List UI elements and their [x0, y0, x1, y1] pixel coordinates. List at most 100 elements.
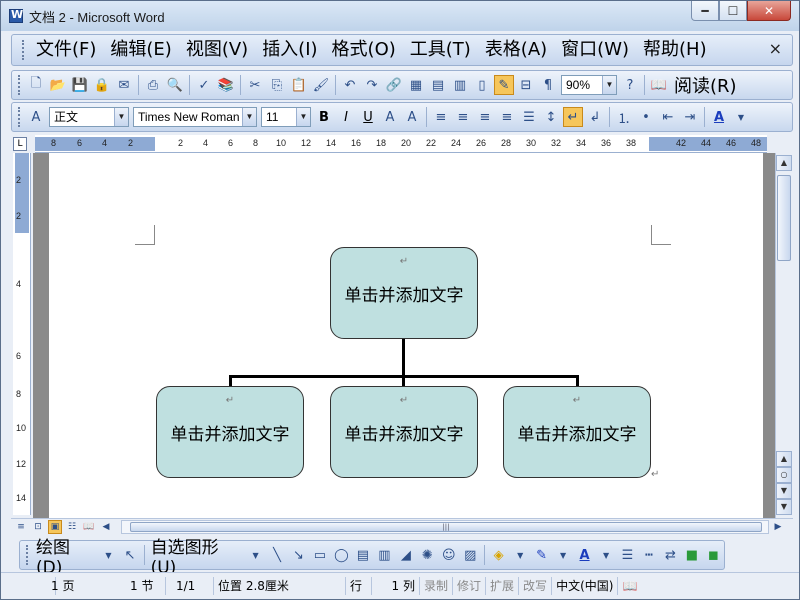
toolbar-grip[interactable]	[18, 75, 21, 95]
status-track-changes[interactable]: 修订	[453, 577, 487, 595]
dash-style-icon[interactable]: ┅	[639, 545, 658, 565]
line-color-dropdown-icon[interactable]: ▼	[553, 545, 572, 565]
rectangle-icon[interactable]: ▭	[310, 545, 329, 565]
line-style-icon[interactable]: ☰	[618, 545, 637, 565]
font-color-dropdown-icon[interactable]: ▼	[731, 107, 751, 127]
paste-icon[interactable]: 📋	[289, 75, 309, 95]
research-icon[interactable]: 📚	[216, 75, 236, 95]
org-chart-child-node[interactable]: ↵ 单击并添加文字	[503, 386, 651, 478]
org-chart-child-node[interactable]: ↵ 单击并添加文字	[156, 386, 304, 478]
undo-icon[interactable]: ↶	[340, 75, 360, 95]
copy-icon[interactable]: ⎘	[267, 75, 287, 95]
status-overtype[interactable]: 改写	[519, 577, 553, 595]
hscroll-thumb[interactable]: |||	[130, 522, 762, 532]
show-hide-icon[interactable]: ¶	[538, 75, 558, 95]
read-mode-button[interactable]: 阅读(R)	[674, 72, 737, 98]
org-chart-child-node[interactable]: ↵ 单击并添加文字	[330, 386, 478, 478]
align-right-icon[interactable]: ≡	[475, 107, 495, 127]
menu-table[interactable]: 表格(A)	[478, 36, 554, 64]
document-page[interactable]: ↵ 单击并添加文字 ↵ 单击并添加文字 ↵ 单击并添加文字 ↵ 单击并添加文字 …	[49, 153, 763, 518]
autoshapes-dropdown-icon[interactable]: ▼	[246, 545, 265, 565]
scroll-thumb[interactable]	[777, 175, 791, 261]
email-icon[interactable]: ✉	[114, 75, 134, 95]
toolbar-grip[interactable]	[18, 107, 21, 127]
fill-color-dropdown-icon[interactable]: ▼	[510, 545, 529, 565]
distributed-icon[interactable]: ☰	[519, 107, 539, 127]
font-select[interactable]: Times New Roman ▼	[133, 107, 257, 127]
oval-icon[interactable]: ◯	[332, 545, 351, 565]
font-dropdown-icon[interactable]: ▼	[242, 108, 256, 126]
clipart-icon[interactable]: ☺	[439, 545, 458, 565]
numbering-icon[interactable]: ⒈	[614, 107, 634, 127]
redo-icon[interactable]: ↷	[362, 75, 382, 95]
save-icon[interactable]: 💾	[70, 75, 90, 95]
new-document-icon[interactable]: 🗋	[26, 75, 46, 95]
columns-icon[interactable]: ▯	[472, 75, 492, 95]
horizontal-ruler[interactable]: 8 6 4 2 2 4 6 8 10 12 14 16 18 20 22 24 …	[35, 135, 767, 153]
insert-excel-icon[interactable]: ▥	[450, 75, 470, 95]
font-size-select[interactable]: 11 ▼	[261, 107, 311, 127]
scroll-down-icon[interactable]: ▼	[776, 499, 792, 515]
zoom-dropdown-icon[interactable]: ▼	[602, 76, 616, 94]
align-left-icon[interactable]: ≡	[431, 107, 451, 127]
tab-selector[interactable]: L	[13, 137, 27, 151]
permission-icon[interactable]: 🔒	[92, 75, 112, 95]
diagram-icon[interactable]: ✺	[418, 545, 437, 565]
rtl-direction-icon[interactable]: ↲	[585, 107, 605, 127]
increase-indent-icon[interactable]: ⇥	[680, 107, 700, 127]
select-objects-icon[interactable]: ↖	[120, 545, 139, 565]
read-book-icon[interactable]: 📖	[649, 75, 669, 95]
draw-dropdown-icon[interactable]: ▼	[99, 545, 118, 565]
menu-tools[interactable]: 工具(T)	[403, 36, 478, 64]
close-document-button[interactable]: ×	[769, 39, 782, 58]
line-icon[interactable]: ╲	[267, 545, 286, 565]
draw-font-color-dropdown-icon[interactable]: ▼	[596, 545, 615, 565]
minimize-button[interactable]: ━	[691, 1, 719, 21]
word-app-icon[interactable]	[9, 8, 23, 23]
select-browse-object-icon[interactable]: ○	[776, 467, 792, 483]
shadow-style-icon[interactable]: ■	[682, 545, 701, 565]
print-preview-icon[interactable]: 🔍	[165, 75, 185, 95]
arrow-style-icon[interactable]: ⇄	[661, 545, 680, 565]
scroll-left-icon[interactable]: ◀	[99, 520, 113, 534]
vertical-ruler[interactable]: 2 2 4 6 8 10 12 14	[13, 153, 31, 515]
font-color-icon[interactable]: A	[709, 107, 729, 127]
arrow-icon[interactable]: ↘	[289, 545, 308, 565]
justify-icon[interactable]: ≡	[497, 107, 517, 127]
spelling-icon[interactable]: ✓	[194, 75, 214, 95]
toolbar-grip[interactable]	[26, 545, 29, 565]
print-icon[interactable]: ⎙	[143, 75, 163, 95]
drawing-toggle-icon[interactable]: ✎	[494, 75, 514, 95]
menu-window[interactable]: 窗口(W)	[554, 36, 636, 64]
vertical-scrollbar[interactable]: ▲ ▲ ○ ▼ ▼	[775, 153, 792, 518]
italic-button[interactable]: I	[336, 107, 356, 127]
autoshapes-menu-button[interactable]: 自选图形(U)	[148, 533, 245, 578]
font-size-dropdown-icon[interactable]: ▼	[296, 108, 310, 126]
3d-style-icon[interactable]: ◼	[704, 545, 723, 565]
help-icon[interactable]: ?	[620, 75, 640, 95]
menu-grip[interactable]	[22, 40, 25, 60]
char-border-icon[interactable]: A	[380, 107, 400, 127]
menu-help[interactable]: 帮助(H)	[636, 36, 714, 64]
maximize-button[interactable]: ☐	[719, 1, 747, 21]
spelling-status-icon[interactable]: 📖	[618, 577, 641, 595]
style-select[interactable]: 正文 ▼	[49, 107, 129, 127]
insert-table-icon[interactable]: ▤	[428, 75, 448, 95]
underline-button[interactable]: U	[358, 107, 378, 127]
zoom-select[interactable]: 90% ▼	[561, 75, 617, 95]
fill-color-icon[interactable]: ◈	[489, 545, 508, 565]
char-shading-icon[interactable]: A	[402, 107, 422, 127]
scroll-right-icon[interactable]: ▶	[771, 520, 785, 534]
tables-borders-icon[interactable]: ▦	[406, 75, 426, 95]
menu-file[interactable]: 文件(F)	[29, 36, 103, 64]
cut-icon[interactable]: ✂	[245, 75, 265, 95]
line-color-icon[interactable]: ✎	[532, 545, 551, 565]
normal-view-icon[interactable]: ≡	[14, 520, 28, 534]
decrease-indent-icon[interactable]: ⇤	[658, 107, 678, 127]
textbox-icon[interactable]: ▤	[353, 545, 372, 565]
format-painter-icon[interactable]: 🖌	[311, 75, 331, 95]
menu-format[interactable]: 格式(O)	[325, 36, 403, 64]
scroll-down-icon[interactable]: ▼	[776, 483, 792, 499]
draw-font-color-icon[interactable]: A	[575, 545, 594, 565]
close-button[interactable]: ✕	[747, 1, 791, 21]
